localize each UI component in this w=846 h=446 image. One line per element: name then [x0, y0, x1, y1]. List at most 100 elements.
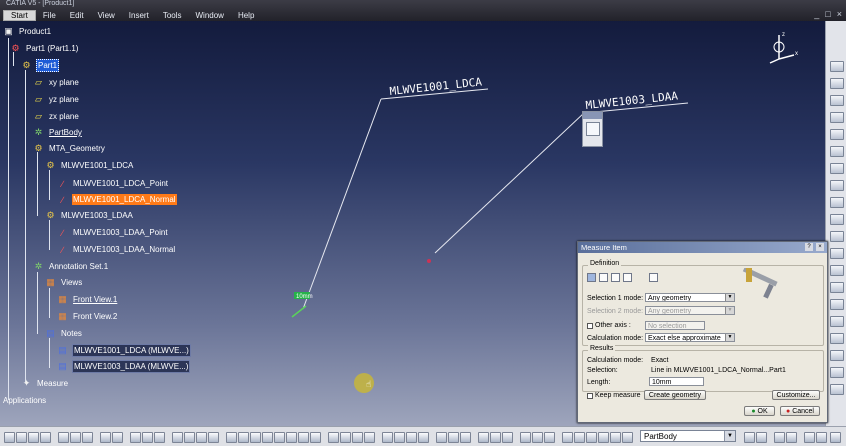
tree-node-part[interactable]: ⚙ Part1: [20, 59, 60, 72]
toolbar-button[interactable]: [394, 432, 405, 443]
floating-toolbar-titlebar[interactable]: [583, 112, 602, 119]
tree-node-annotation-set[interactable]: ✲ Annotation Set.1: [32, 260, 109, 273]
selection1-mode-select[interactable]: Any geometry ▼: [645, 293, 735, 302]
toolbar-button[interactable]: [238, 432, 249, 443]
toolbar-button[interactable]: [830, 333, 844, 344]
toolbar-button[interactable]: [830, 61, 844, 72]
menu-start[interactable]: Start: [3, 10, 36, 21]
toolbar-button[interactable]: [184, 432, 195, 443]
tree-node-applications[interactable]: Applications: [2, 394, 47, 407]
tree-node-set1[interactable]: ⚙ MLWVE1001_LDCA: [44, 159, 134, 172]
toolbar-button[interactable]: [756, 432, 767, 443]
tree-node-measure[interactable]: ✦ Measure: [20, 377, 69, 390]
chevron-down-icon[interactable]: ▼: [724, 431, 735, 441]
tree-node-set1-normal[interactable]: ∕ MLWVE1001_LDCA_Normal: [56, 193, 177, 206]
save-icon[interactable]: [28, 432, 39, 443]
toolbar-button[interactable]: [830, 78, 844, 89]
menu-tools[interactable]: Tools: [156, 10, 189, 21]
other-axis-field[interactable]: No selection: [645, 321, 705, 330]
new-icon[interactable]: [4, 432, 15, 443]
measure-tool-icon[interactable]: [586, 122, 600, 136]
toolbar-button[interactable]: [830, 197, 844, 208]
toolbar-button[interactable]: [830, 163, 844, 174]
toolbar-button[interactable]: [830, 299, 844, 310]
tree-node-views[interactable]: ▦ Views: [44, 276, 83, 289]
copy-icon[interactable]: [70, 432, 81, 443]
tree-node-partbody[interactable]: ✲ PartBody: [32, 126, 83, 139]
dialog-close-button[interactable]: ×: [816, 243, 824, 251]
selection2-mode-select[interactable]: Any geometry ▼: [645, 306, 735, 315]
toolbar-button[interactable]: [382, 432, 393, 443]
tree-node-geometry-set[interactable]: ⚙ MTA_Geometry: [32, 142, 106, 155]
tree-node-yz-plane[interactable]: ▱ yz plane: [32, 93, 80, 106]
chevron-down-icon[interactable]: ▼: [725, 307, 734, 314]
toolbar-button[interactable]: [610, 432, 621, 443]
minimize-button[interactable]: _: [814, 9, 819, 19]
maximize-button[interactable]: □: [825, 9, 830, 19]
toolbar-button[interactable]: [328, 432, 339, 443]
toolbar-button[interactable]: [418, 432, 429, 443]
measure-thickness-icon[interactable]: [649, 273, 658, 282]
cut-icon[interactable]: [58, 432, 69, 443]
customize-button[interactable]: Customize...: [772, 390, 820, 400]
tree-node-set2-normal[interactable]: ∕ MLWVE1003_LDAA_Normal: [56, 243, 176, 256]
calc-mode-select[interactable]: Exact else approximate ▼: [645, 333, 735, 342]
tree-node-set2[interactable]: ⚙ MLWVE1003_LDAA: [44, 209, 134, 222]
toolbar-button[interactable]: [744, 432, 755, 443]
help-button[interactable]: ?: [805, 243, 813, 251]
work-object-combo[interactable]: PartBody ▼: [640, 430, 736, 442]
toolbar-button[interactable]: [406, 432, 417, 443]
toolbar-button[interactable]: [830, 265, 844, 276]
toolbar-button[interactable]: [830, 214, 844, 225]
toolbar-button[interactable]: [154, 432, 165, 443]
toolbar-button[interactable]: [208, 432, 219, 443]
chevron-down-icon[interactable]: ▼: [725, 294, 734, 301]
toolbar-button[interactable]: [436, 432, 447, 443]
toolbar-button[interactable]: [830, 129, 844, 140]
toolbar-button[interactable]: [830, 180, 844, 191]
toolbar-button[interactable]: [816, 432, 827, 443]
tree-node-notes[interactable]: ▤ Notes: [44, 327, 83, 340]
menu-edit[interactable]: Edit: [63, 10, 91, 21]
tree-node-front-view-2[interactable]: ▦ Front View.2: [56, 310, 118, 323]
measure-edge-mode-icon[interactable]: [599, 273, 608, 282]
toolbar-button[interactable]: [786, 432, 797, 443]
menu-file[interactable]: File: [36, 10, 63, 21]
redo-icon[interactable]: [112, 432, 123, 443]
tree-node-note2[interactable]: ▤ MLWVE1003_LDAA (MLWVE...): [56, 360, 191, 373]
other-axis-checkbox[interactable]: [587, 323, 593, 329]
menu-help[interactable]: Help: [231, 10, 261, 21]
toolbar-button[interactable]: [520, 432, 531, 443]
tree-node-note1[interactable]: ▤ MLWVE1001_LDCA (MLWVE...): [56, 344, 191, 357]
toolbar-button[interactable]: [830, 384, 844, 395]
toolbar-button[interactable]: [532, 432, 543, 443]
toolbar-button[interactable]: [460, 432, 471, 443]
toolbar-button[interactable]: [574, 432, 585, 443]
compass-icon[interactable]: z x: [766, 29, 800, 65]
print-icon[interactable]: [40, 432, 51, 443]
chevron-down-icon[interactable]: ▼: [725, 334, 734, 341]
toolbar-button[interactable]: [830, 350, 844, 361]
toolbar-button[interactable]: [598, 432, 609, 443]
toolbar-button[interactable]: [250, 432, 261, 443]
ok-button[interactable]: ● OK: [744, 406, 775, 416]
paste-icon[interactable]: [82, 432, 93, 443]
toolbar-button[interactable]: [130, 432, 141, 443]
toolbar-button[interactable]: [544, 432, 555, 443]
toolbar-button[interactable]: [804, 432, 815, 443]
measure-thickness-mode-icon[interactable]: [623, 273, 632, 282]
toolbar-button[interactable]: [830, 248, 844, 259]
menu-window[interactable]: Window: [189, 10, 231, 21]
toolbar-button[interactable]: [830, 112, 844, 123]
toolbar-button[interactable]: [478, 432, 489, 443]
toolbar-button[interactable]: [774, 432, 785, 443]
toolbar-button[interactable]: [490, 432, 501, 443]
dialog-titlebar[interactable]: Measure Item ? ×: [578, 242, 827, 253]
toolbar-button[interactable]: [364, 432, 375, 443]
toolbar-button[interactable]: [830, 282, 844, 293]
toolbar-button[interactable]: [562, 432, 573, 443]
toolbar-button[interactable]: [502, 432, 513, 443]
create-geometry-button[interactable]: Create geometry: [644, 390, 706, 400]
measure-item-mode-icon[interactable]: [587, 273, 596, 282]
tree-node-part-instance[interactable]: ⚙ Part1 (Part1.1): [9, 42, 79, 55]
